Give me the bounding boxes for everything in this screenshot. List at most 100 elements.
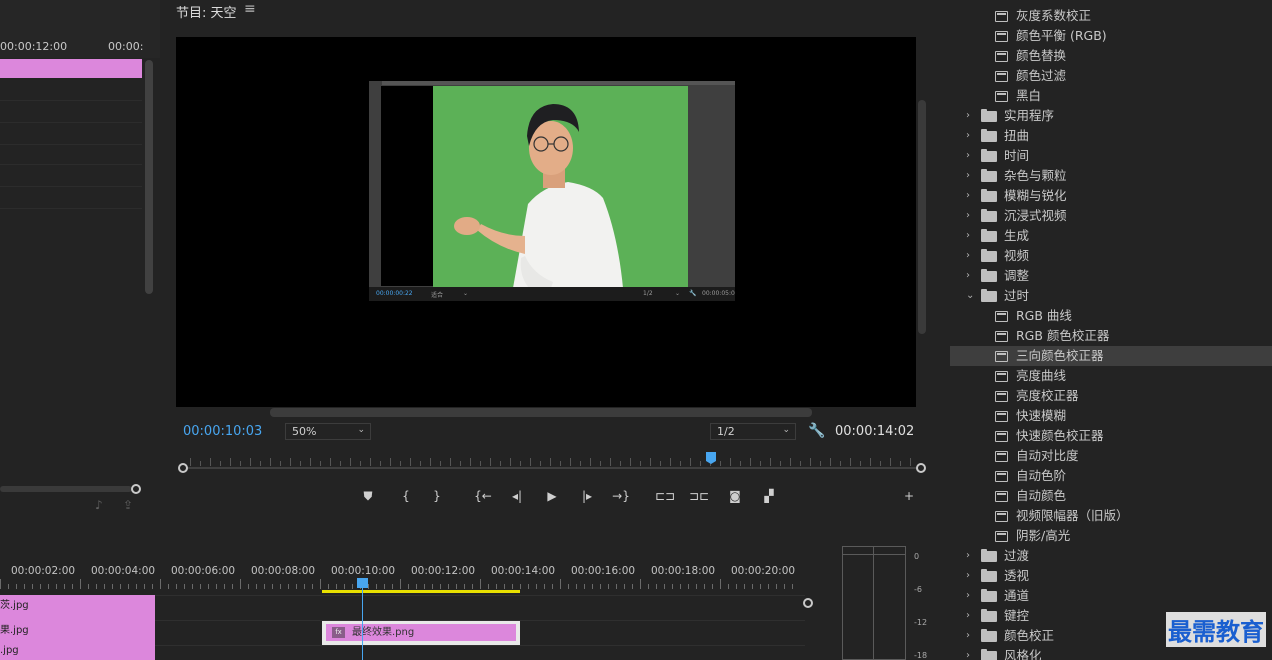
export-icon[interactable]: ⇪: [123, 498, 133, 512]
add-marker-button[interactable]: ⛊: [358, 487, 378, 505]
effect-item[interactable]: RGB 曲线: [950, 306, 1272, 326]
effect-item[interactable]: 灰度系数校正: [950, 6, 1272, 26]
playhead-marker[interactable]: [706, 452, 716, 464]
go-to-out-button[interactable]: →}: [611, 487, 631, 505]
effect-category[interactable]: › 生成: [950, 226, 1272, 246]
effect-item[interactable]: 黑白: [950, 86, 1272, 106]
effect-category[interactable]: ⌄ 过时: [950, 286, 1272, 306]
work-area-bar[interactable]: [322, 590, 520, 593]
chevron-right-icon[interactable]: ›: [966, 126, 976, 146]
current-timecode[interactable]: 00:00:10:03: [183, 424, 262, 439]
effect-item[interactable]: 颜色平衡 (RGB): [950, 26, 1272, 46]
effect-category-label: 模糊与锐化: [1004, 188, 1067, 203]
effect-item[interactable]: 三向颜色校正器: [950, 346, 1272, 366]
chevron-right-icon[interactable]: ›: [966, 266, 976, 286]
source-clip-bar[interactable]: [0, 59, 142, 78]
effect-category[interactable]: › 风格化: [950, 646, 1272, 660]
chevron-right-icon[interactable]: ›: [966, 146, 976, 166]
timeline-playhead[interactable]: [357, 578, 368, 588]
extract-button[interactable]: ⊐⊏: [689, 487, 709, 505]
effect-item[interactable]: 自动色阶: [950, 466, 1272, 486]
source-horizontal-scrollbar[interactable]: [0, 486, 132, 492]
effect-item[interactable]: 亮度曲线: [950, 366, 1272, 386]
effect-item[interactable]: RGB 颜色校正器: [950, 326, 1272, 346]
scrub-start-handle[interactable]: [178, 463, 188, 473]
play-button[interactable]: ▶: [542, 487, 562, 505]
effect-item[interactable]: 颜色过滤: [950, 66, 1272, 86]
scrub-tick: [260, 461, 261, 466]
timeline-clip[interactable]: 茨.jpg: [0, 595, 155, 620]
settings-wrench-icon[interactable]: 🔧: [808, 423, 825, 439]
effect-category[interactable]: › 视频: [950, 246, 1272, 266]
lift-button[interactable]: ⊏⊐: [655, 487, 675, 505]
chevron-right-icon[interactable]: ›: [966, 206, 976, 226]
timeline-clip[interactable]: .jpg: [0, 645, 155, 660]
chevron-right-icon[interactable]: ›: [966, 246, 976, 266]
effect-item[interactable]: 快速模糊: [950, 406, 1272, 426]
effect-category[interactable]: › 过渡: [950, 546, 1272, 566]
program-monitor-title[interactable]: 节目: 天空: [176, 2, 237, 21]
panel-menu-icon[interactable]: ≡: [244, 1, 256, 17]
effect-item-label: 自动对比度: [1016, 448, 1079, 463]
chevron-right-icon[interactable]: ›: [966, 606, 976, 626]
effect-category[interactable]: › 沉浸式视频: [950, 206, 1272, 226]
program-scrub-bar[interactable]: [178, 452, 926, 476]
resolution-select[interactable]: 1/2 ⌄: [710, 423, 796, 440]
export-frame-button[interactable]: ◙: [725, 487, 745, 505]
track-divider: [0, 122, 142, 123]
scrub-end-handle[interactable]: [916, 463, 926, 473]
button-editor-button[interactable]: +: [899, 487, 919, 505]
step-back-button[interactable]: ◂|: [507, 487, 527, 505]
timeline-clip[interactable]: 果.jpg: [0, 620, 155, 645]
effect-item[interactable]: 颜色替换: [950, 46, 1272, 66]
effect-category[interactable]: › 调整: [950, 266, 1272, 286]
effect-category[interactable]: › 扭曲: [950, 126, 1272, 146]
zoom-select[interactable]: 50% ⌄: [285, 423, 371, 440]
effect-item[interactable]: 视频限幅器（旧版）: [950, 506, 1272, 526]
audio-icon[interactable]: ♪: [95, 498, 103, 512]
effect-item[interactable]: 自动对比度: [950, 446, 1272, 466]
chevron-right-icon[interactable]: ›: [966, 566, 976, 586]
source-vertical-scrollbar[interactable]: [145, 60, 153, 294]
effect-item[interactable]: 快速颜色校正器: [950, 426, 1272, 446]
effect-item-label: 视频限幅器（旧版）: [1016, 508, 1129, 523]
effect-category[interactable]: › 实用程序: [950, 106, 1272, 126]
chevron-right-icon[interactable]: ›: [966, 646, 976, 660]
timeline-scroll-handle[interactable]: [803, 598, 813, 608]
nested-timecode: 00:00:00:22: [376, 290, 413, 297]
effect-category[interactable]: › 透视: [950, 566, 1272, 586]
final-effect-clip[interactable]: fx 最终效果.png: [326, 624, 516, 641]
step-forward-button[interactable]: |▸: [577, 487, 597, 505]
effect-category[interactable]: › 杂色与颗粒: [950, 166, 1272, 186]
effect-item[interactable]: 阴影/高光: [950, 526, 1272, 546]
chevron-right-icon[interactable]: ›: [966, 546, 976, 566]
chevron-right-icon[interactable]: ›: [966, 626, 976, 646]
effect-item[interactable]: 自动颜色: [950, 486, 1272, 506]
comparison-view-button[interactable]: ▞: [759, 487, 779, 505]
effect-category-label: 视频: [1004, 248, 1030, 263]
ruler-timecode: 00:00:04:00: [91, 565, 156, 577]
chevron-right-icon[interactable]: ›: [966, 166, 976, 186]
program-vertical-scrollbar[interactable]: [918, 100, 926, 334]
folder-icon: [981, 269, 997, 282]
ruler-tick: [480, 579, 481, 589]
effect-category[interactable]: › 模糊与锐化: [950, 186, 1272, 206]
ruler-timecode: 00:00:14:00: [491, 565, 556, 577]
go-to-in-button[interactable]: {←: [473, 487, 493, 505]
program-horizontal-scrollbar[interactable]: [270, 408, 812, 417]
chevron-down-icon[interactable]: ⌄: [966, 286, 976, 306]
effect-category[interactable]: › 通道: [950, 586, 1272, 606]
mark-out-button[interactable]: }: [427, 487, 447, 505]
scrub-track[interactable]: [182, 467, 917, 469]
folder-icon: [981, 629, 997, 642]
scrub-tick: [220, 461, 221, 466]
chevron-right-icon[interactable]: ›: [966, 226, 976, 246]
effect-item[interactable]: 亮度校正器: [950, 386, 1272, 406]
effect-category[interactable]: › 时间: [950, 146, 1272, 166]
chevron-right-icon[interactable]: ›: [966, 186, 976, 206]
nested-monitor-controls: 00:00:00:22 适合 ⌄ 1/2 ⌄ 🔧 00:00:05:0: [369, 287, 735, 301]
scroll-handle[interactable]: [131, 484, 141, 494]
chevron-right-icon[interactable]: ›: [966, 586, 976, 606]
chevron-right-icon[interactable]: ›: [966, 106, 976, 126]
mark-in-button[interactable]: {: [396, 487, 416, 505]
